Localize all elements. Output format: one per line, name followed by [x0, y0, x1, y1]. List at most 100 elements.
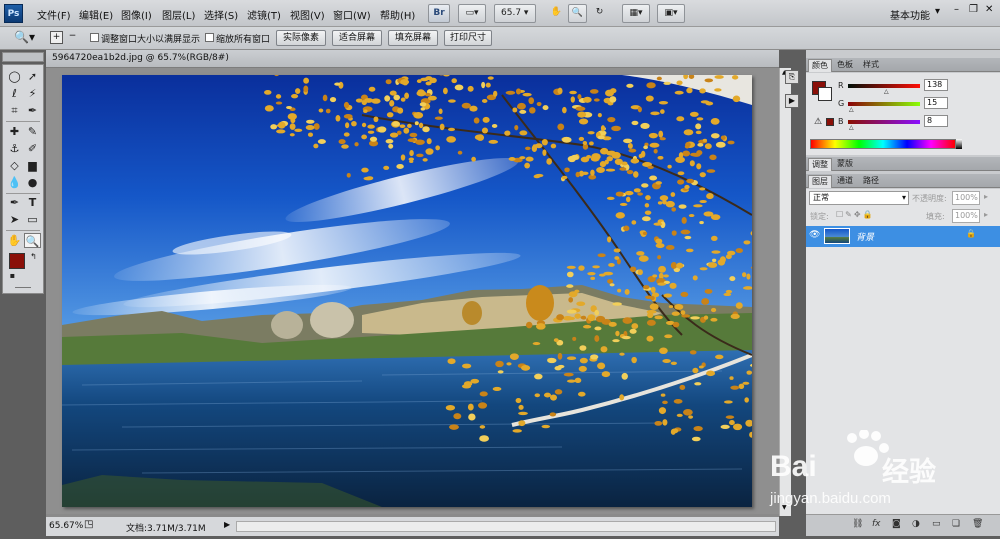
tab-layers[interactable]: 图层 — [808, 175, 832, 188]
layer-style-icon[interactable]: fx — [872, 519, 881, 529]
tab-styles[interactable]: 样式 — [860, 59, 882, 72]
menu-file[interactable]: 文件(F) — [37, 7, 71, 22]
view-extras-button[interactable]: ▭▾ — [458, 4, 486, 23]
fill-input[interactable]: 100% — [952, 209, 980, 223]
fit-screen-button[interactable]: 适合屏幕 — [332, 30, 382, 46]
opacity-arrow-icon[interactable]: ▸ — [984, 192, 988, 201]
gradient-icon[interactable]: ▆ — [24, 158, 41, 173]
clone-stamp-icon[interactable]: ⚓ — [6, 141, 23, 156]
horizontal-scrollbar[interactable] — [236, 521, 776, 532]
hand-icon[interactable]: ✋ — [6, 233, 23, 248]
slider-handle-icon[interactable]: △ — [849, 124, 854, 131]
status-menu-arrow-icon[interactable]: ▶ — [224, 520, 230, 529]
menu-edit[interactable]: 编辑(E) — [79, 7, 113, 22]
shape-tool-icon[interactable]: ▭ — [24, 212, 41, 227]
gamut-swatch[interactable] — [826, 118, 834, 126]
zoom-tool-button[interactable]: 🔍 — [568, 4, 587, 23]
healing-brush-icon[interactable]: ✚ — [6, 124, 23, 139]
minimize-icon[interactable]: – — [954, 4, 959, 15]
menu-image[interactable]: 图像(I) — [121, 7, 152, 22]
actual-pixels-button[interactable]: 实际像素 — [276, 30, 326, 46]
pen-tool-icon[interactable]: ✒ — [6, 195, 23, 210]
menu-view[interactable]: 视图(V) — [290, 7, 325, 22]
quick-mask-icon[interactable] — [15, 287, 31, 288]
arrange-documents-button[interactable]: ▦▾ — [622, 4, 650, 23]
type-tool-icon[interactable]: T — [24, 195, 41, 210]
tab-swatches[interactable]: 色板 — [834, 59, 856, 72]
new-layer-icon[interactable]: ❏ — [952, 519, 960, 529]
blue-value-input[interactable]: 8 — [924, 115, 948, 127]
color-spectrum-bar[interactable] — [810, 139, 956, 149]
eyedropper-icon[interactable]: ✒ — [24, 103, 41, 118]
blend-mode-dropdown[interactable]: 正常 ▾ — [809, 191, 909, 205]
print-size-button[interactable]: 打印尺寸 — [444, 30, 492, 46]
menu-layer[interactable]: 图层(L) — [162, 7, 195, 22]
slider-handle-icon[interactable]: △ — [884, 88, 889, 95]
green-slider[interactable] — [848, 102, 920, 106]
layer-row[interactable]: 👁 背景 🔒 — [806, 226, 1000, 247]
eye-icon[interactable]: 👁 — [809, 230, 820, 240]
lock-icons[interactable]: ☐✎✥🔒 — [836, 210, 875, 219]
menu-window[interactable]: 窗口(W) — [333, 7, 371, 22]
lasso-tool-icon[interactable]: ℓ — [6, 86, 23, 101]
menu-select[interactable]: 选择(S) — [204, 7, 238, 22]
background-color-swatch[interactable] — [818, 87, 832, 101]
blue-slider[interactable] — [848, 120, 920, 124]
resize-windows-checkbox[interactable] — [90, 33, 99, 42]
brush-tool-icon[interactable]: ✎ — [24, 124, 41, 139]
document-tab[interactable]: 5964720ea1b2d.jpg @ 65.7%(RGB/8#) — [46, 50, 779, 68]
path-selection-icon[interactable]: ➤ — [6, 212, 23, 227]
tab-adjustments[interactable]: 调整 — [808, 158, 832, 171]
layer-name[interactable]: 背景 — [856, 230, 874, 243]
link-layers-icon[interactable]: ⛓ — [852, 519, 863, 529]
status-icon[interactable]: ◳ — [84, 519, 93, 530]
adjustment-layer-icon[interactable]: ◑ — [912, 519, 920, 529]
marquee-tool-icon[interactable]: ◯ — [6, 69, 23, 84]
tab-channels[interactable]: 通道 — [834, 175, 856, 188]
blur-tool-icon[interactable]: 💧 — [6, 175, 23, 190]
add-mask-icon[interactable]: ◙ — [892, 519, 901, 529]
hand-tool-button[interactable]: ✋ — [547, 4, 566, 23]
magnifier-icon[interactable]: 🔍 — [24, 233, 41, 248]
zoom-all-windows-checkbox[interactable] — [205, 33, 214, 42]
menu-filter[interactable]: 滤镜(T) — [247, 7, 281, 22]
bridge-button[interactable]: Br — [428, 4, 450, 23]
rotate-view-button[interactable]: ↻ — [590, 4, 609, 23]
foreground-color-swatch[interactable] — [9, 253, 25, 269]
zoom-tool-preset-icon[interactable]: 🔍▾ — [14, 30, 35, 44]
status-zoom[interactable]: 65.67% — [49, 521, 83, 531]
move-tool-icon[interactable]: ➚ — [24, 69, 41, 84]
opacity-input[interactable]: 100% — [952, 191, 980, 205]
screen-mode-button[interactable]: ▣▾ — [657, 4, 685, 23]
zoom-out-icon[interactable]: − — [66, 31, 79, 44]
workspace-switcher[interactable]: 基本功能 — [890, 7, 930, 22]
dodge-tool-icon[interactable]: ● — [24, 175, 41, 190]
chevron-down-icon[interactable]: ▾ — [935, 6, 940, 17]
new-group-icon[interactable]: ▭ — [932, 519, 941, 529]
fill-arrow-icon[interactable]: ▸ — [984, 210, 988, 219]
red-value-input[interactable]: 138 — [924, 79, 948, 91]
bw-ramp[interactable] — [956, 139, 962, 149]
eraser-icon[interactable]: ◇ — [6, 158, 23, 173]
magic-wand-icon[interactable]: ⚡ — [24, 86, 41, 101]
tab-masks[interactable]: 蒙版 — [834, 158, 856, 171]
crop-tool-icon[interactable]: ⌗ — [6, 103, 23, 118]
menu-help[interactable]: 帮助(H) — [380, 7, 415, 22]
tab-color[interactable]: 颜色 — [808, 59, 832, 72]
fill-screen-button[interactable]: 填充屏幕 — [388, 30, 438, 46]
default-colors-icon[interactable]: ▪ — [4, 268, 21, 283]
swap-colors-icon[interactable]: ↰ — [25, 249, 42, 264]
close-icon[interactable]: ✕ — [985, 4, 993, 15]
zoom-in-icon[interactable]: + — [50, 31, 63, 44]
actions-panel-icon[interactable]: ▶ — [785, 94, 799, 108]
tab-paths[interactable]: 路径 — [860, 175, 882, 188]
landscape-photo[interactable] — [62, 75, 752, 507]
warning-icon[interactable]: ⚠ — [814, 117, 822, 127]
delete-layer-icon[interactable]: 🗑 — [972, 519, 983, 529]
green-value-input[interactable]: 15 — [924, 97, 948, 109]
restore-icon[interactable]: ❐ — [969, 4, 978, 15]
history-brush-icon[interactable]: ✐ — [24, 141, 41, 156]
history-panel-icon[interactable]: ⎘ — [785, 70, 799, 84]
zoom-level-dropdown[interactable]: 65.7 ▾ — [494, 4, 536, 23]
slider-handle-icon[interactable]: △ — [849, 106, 854, 113]
